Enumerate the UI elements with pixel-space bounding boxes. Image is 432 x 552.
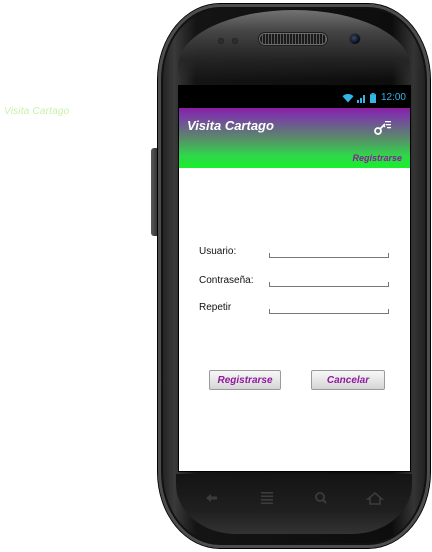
repeat-password-input[interactable] (269, 309, 389, 314)
cancel-button[interactable]: Cancelar (311, 370, 385, 390)
canvas: Visita Cartago 12:00 Visita Cartago Regi… (0, 0, 432, 552)
menu-icon[interactable] (257, 490, 277, 506)
register-button[interactable]: Registrarse (209, 370, 281, 390)
phone-top-bezel (178, 10, 410, 80)
proximity-sensor (218, 38, 224, 44)
action-bar: Visita Cartago Registrarse (179, 108, 410, 168)
key-menu-icon[interactable] (372, 118, 392, 138)
password-row: Contraseña: (199, 275, 389, 291)
username-input[interactable] (269, 253, 389, 258)
password-input[interactable] (269, 282, 389, 287)
username-label: Usuario: (199, 246, 237, 257)
search-icon[interactable] (311, 490, 331, 506)
register-link[interactable]: Registrarse (352, 153, 402, 163)
signal-icon (356, 93, 367, 103)
side-caption: Visita Cartago (4, 106, 70, 117)
password-label: Contraseña: (199, 275, 254, 286)
status-icons: 12:00 (342, 92, 406, 103)
status-bar: 12:00 (179, 86, 410, 108)
earpiece-speaker (260, 34, 326, 44)
app-title: Visita Cartago (187, 118, 274, 133)
repeat-password-row: Repetir (199, 302, 389, 318)
home-icon[interactable] (365, 490, 385, 506)
phone-screen: 12:00 Visita Cartago Registrarse Usuario… (179, 86, 410, 471)
light-sensor (232, 38, 238, 44)
battery-icon (369, 92, 376, 103)
repeat-password-label: Repetir (199, 302, 232, 313)
status-time: 12:00 (380, 92, 406, 103)
front-camera-icon (350, 34, 360, 44)
back-icon[interactable] (202, 490, 222, 506)
wifi-icon (342, 93, 354, 103)
username-row: Usuario: (199, 246, 389, 262)
